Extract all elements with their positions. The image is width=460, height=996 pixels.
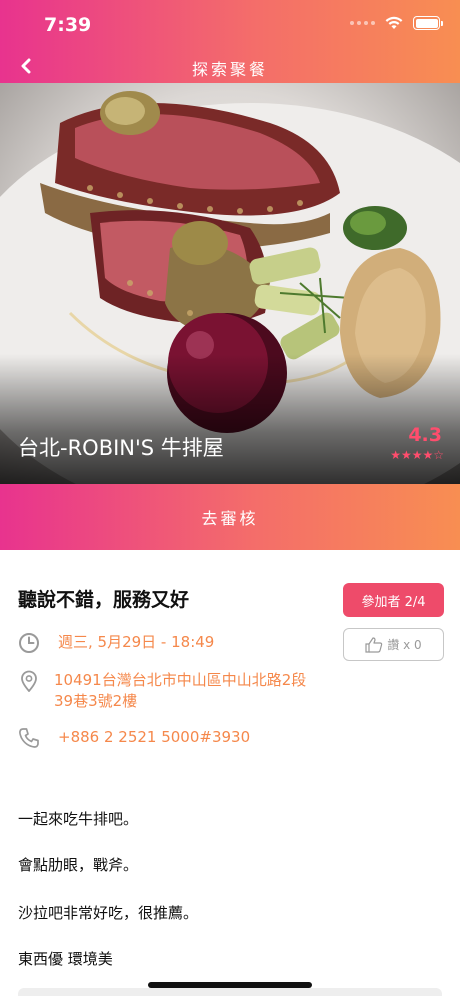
- review-button[interactable]: 去審核: [0, 484, 460, 550]
- event-title: 聽說不錯，服務又好: [18, 589, 190, 611]
- rating-value: 4.3: [408, 424, 442, 446]
- address-line-2: 39巷3號2樓: [54, 692, 138, 710]
- participants-button[interactable]: 參加者 2/4: [343, 583, 444, 617]
- description-line: 會點肋眼，戰斧。: [18, 856, 139, 874]
- description-line: 沙拉吧非常好吃，很推薦。: [18, 904, 199, 922]
- description-line: 東西優 環境美: [18, 950, 113, 968]
- location-pin-icon: [18, 670, 40, 692]
- signal-icon: [350, 21, 375, 25]
- event-datetime: 週三, 5月29日 - 18:49: [58, 633, 215, 651]
- next-card-edge: [18, 988, 442, 996]
- header-bar: 7:39 探索聚餐: [0, 0, 460, 83]
- like-button[interactable]: 讚 x 0: [343, 628, 444, 661]
- phone-icon: [18, 727, 40, 749]
- restaurant-photo: [0, 83, 460, 484]
- home-indicator[interactable]: [148, 982, 312, 988]
- status-icons: [350, 16, 443, 30]
- description-line: 一起來吃牛排吧。: [18, 810, 139, 828]
- page-title: 探索聚餐: [191, 60, 268, 79]
- hero-gradient-overlay: [0, 354, 460, 484]
- thumbs-up-icon: [365, 636, 383, 653]
- clock-icon: [18, 632, 40, 654]
- restaurant-name: 台北-ROBIN'S 牛排屋: [18, 436, 224, 460]
- battery-icon: [413, 16, 443, 30]
- datetime-row: 週三, 5月29日 - 18:49: [18, 632, 214, 654]
- like-count-label: 讚 x 0: [387, 638, 422, 652]
- phone-row[interactable]: +886 2 2521 5000#3930: [18, 727, 250, 749]
- status-time: 7:39: [44, 14, 92, 36]
- address-row[interactable]: 10491台灣台北市中山區中山北路2段 39巷3號2樓: [18, 670, 306, 712]
- address-line-1: 10491台灣台北市中山區中山北路2段: [54, 671, 307, 689]
- rating-stars: ★★★★☆: [390, 448, 444, 462]
- event-address: 10491台灣台北市中山區中山北路2段 39巷3號2樓: [54, 670, 306, 712]
- wifi-icon: [385, 16, 403, 29]
- event-phone: +886 2 2521 5000#3930: [58, 728, 251, 746]
